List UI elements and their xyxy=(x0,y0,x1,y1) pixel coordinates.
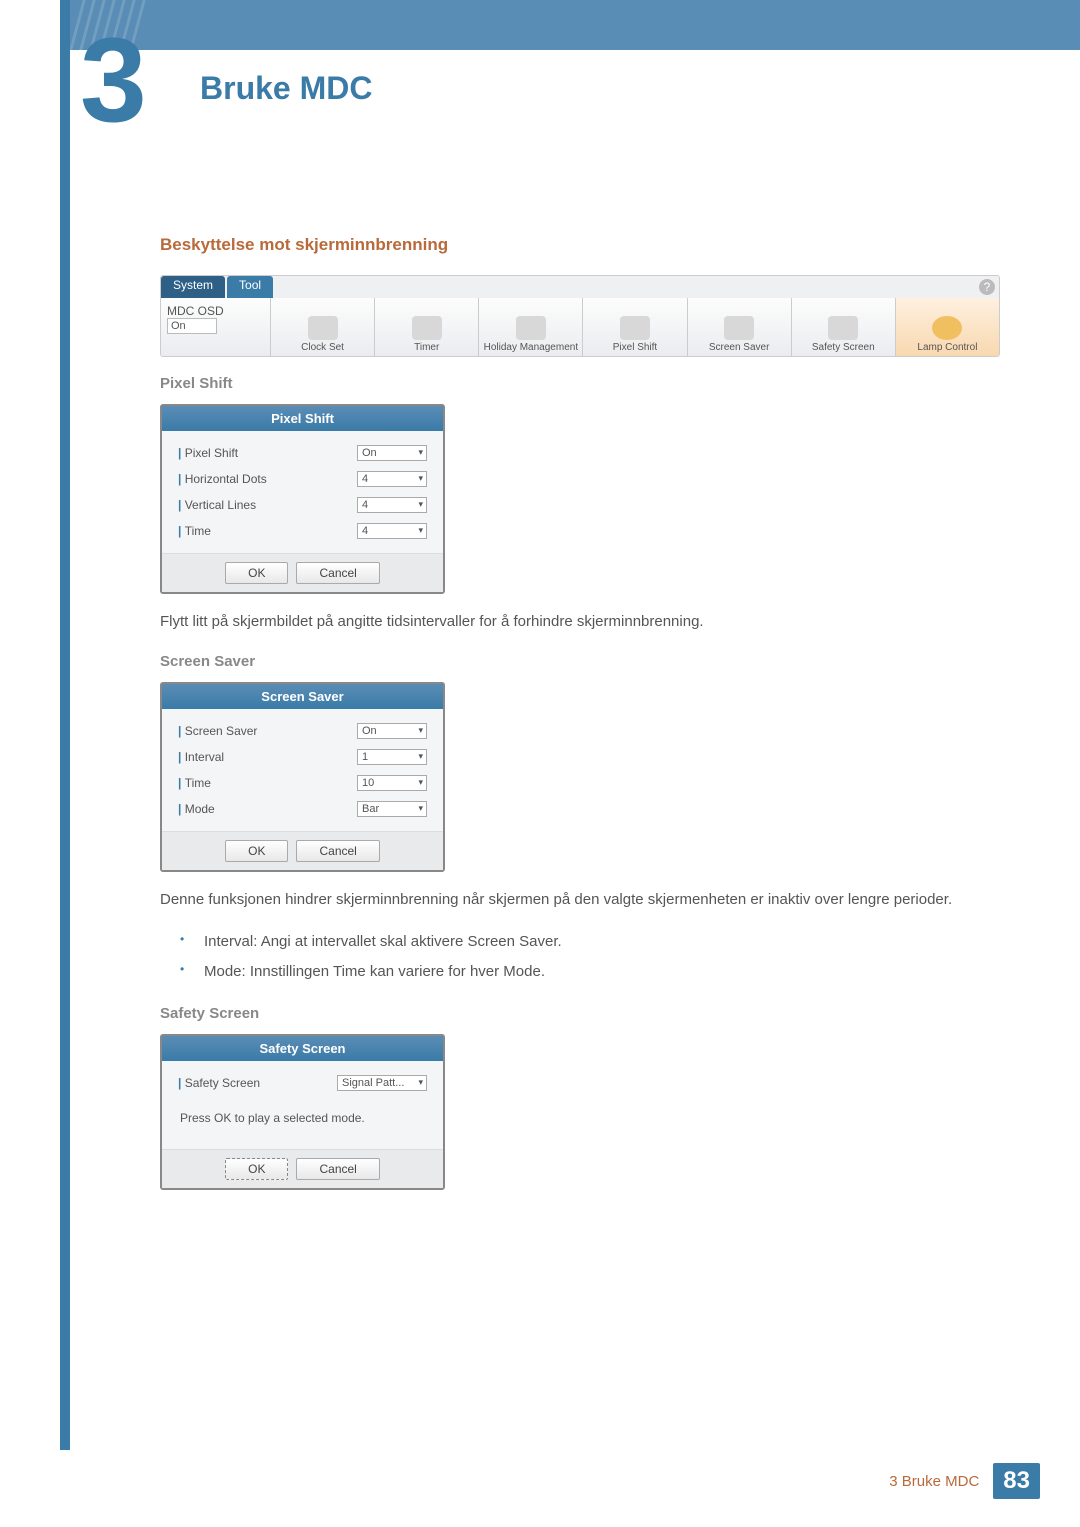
list-item: Interval: Angi at intervallet skal aktiv… xyxy=(180,927,1000,957)
safety-screen-heading: Safety Screen xyxy=(160,1005,1000,1022)
ribbon-item-clock-set[interactable]: Clock Set xyxy=(271,298,375,356)
row-label: Interval xyxy=(178,750,224,764)
screen-saver-bullets: Interval: Angi at intervallet skal aktiv… xyxy=(180,927,1000,987)
page-number: 83 xyxy=(993,1463,1040,1499)
hdots-dd[interactable]: 4 xyxy=(357,471,427,487)
row-label: Time xyxy=(178,776,211,790)
lamp-icon xyxy=(932,316,962,340)
cancel-button[interactable]: Cancel xyxy=(296,1158,379,1180)
help-icon[interactable]: ? xyxy=(979,279,995,295)
row-label: Horizontal Dots xyxy=(178,472,267,486)
row-label: Pixel Shift xyxy=(178,446,238,460)
screen-saver-dialog: Screen Saver Screen Saver On Interval 1 Ti… xyxy=(160,682,445,872)
pixel-shift-dialog-title: Pixel Shift xyxy=(162,406,443,431)
mdc-osd-label: MDC OSD xyxy=(167,304,224,318)
safety-screen-dialog-title: Safety Screen xyxy=(162,1036,443,1061)
row-label: Mode xyxy=(178,802,215,816)
ribbon-tab-system[interactable]: System xyxy=(161,276,225,298)
clock-icon xyxy=(308,316,338,340)
screen-saver-heading: Screen Saver xyxy=(160,653,1000,670)
ribbon-item-pixel-shift[interactable]: Pixel Shift xyxy=(583,298,687,356)
screen-saver-dialog-title: Screen Saver xyxy=(162,684,443,709)
ribbon-item-holiday[interactable]: Holiday Management xyxy=(479,298,583,356)
cancel-button[interactable]: Cancel xyxy=(296,840,379,862)
ok-button[interactable]: OK xyxy=(225,562,288,584)
safety-screen-msg: Press OK to play a selected mode. xyxy=(178,1101,427,1145)
pixel-shift-desc: Flytt litt på skjermbildet på angitte ti… xyxy=(160,608,1000,635)
safety-screen-icon xyxy=(828,316,858,340)
time-dd[interactable]: 4 xyxy=(357,523,427,539)
cancel-button[interactable]: Cancel xyxy=(296,562,379,584)
row-label: Vertical Lines xyxy=(178,498,256,512)
mdc-osd-dropdown[interactable]: On xyxy=(167,318,217,334)
safety-screen-dialog: Safety Screen Safety Screen Signal Patt..… xyxy=(160,1034,445,1190)
vlines-dd[interactable]: 4 xyxy=(357,497,427,513)
screensaver-dd[interactable]: On xyxy=(357,723,427,739)
pixel-shift-dialog: Pixel Shift Pixel Shift On Horizontal Dot… xyxy=(160,404,445,594)
section-heading: Beskyttelse mot skjerminnbrenning xyxy=(160,235,1000,255)
ok-button[interactable]: OK xyxy=(225,1158,288,1180)
ribbon-item-lamp-control[interactable]: Lamp Control xyxy=(896,298,999,356)
interval-dd[interactable]: 1 xyxy=(357,749,427,765)
pixel-shift-dd[interactable]: On xyxy=(357,445,427,461)
footer: 3 Bruke MDC 83 xyxy=(889,1463,1040,1499)
ribbon-item-safety-screen[interactable]: Safety Screen xyxy=(792,298,896,356)
safety-screen-dd[interactable]: Signal Patt... xyxy=(337,1075,427,1091)
chapter-number: 3 xyxy=(80,20,170,120)
ribbon-figure: System Tool ? MDC OSD On Clock Set Timer… xyxy=(160,275,1000,357)
screen-saver-desc: Denne funksjonen hindrer skjerminnbrenni… xyxy=(160,886,1000,913)
row-label: Safety Screen xyxy=(178,1076,260,1090)
ribbon-item-timer[interactable]: Timer xyxy=(375,298,479,356)
ribbon-item-screen-saver[interactable]: Screen Saver xyxy=(688,298,792,356)
screen-saver-icon xyxy=(724,316,754,340)
time-dd[interactable]: 10 xyxy=(357,775,427,791)
row-label: Time xyxy=(178,524,211,538)
timer-icon xyxy=(412,316,442,340)
row-label: Screen Saver xyxy=(178,724,257,738)
footer-text: 3 Bruke MDC xyxy=(889,1473,979,1490)
chapter-title: Bruke MDC xyxy=(200,70,372,107)
ribbon-tab-tool[interactable]: Tool xyxy=(227,276,273,298)
header-band xyxy=(70,0,1080,50)
mode-dd[interactable]: Bar xyxy=(357,801,427,817)
ribbon-left-panel: MDC OSD On xyxy=(161,298,271,356)
pixel-shift-icon xyxy=(620,316,650,340)
list-item: Mode: Innstillingen Time kan variere for… xyxy=(180,957,1000,987)
calendar-icon xyxy=(516,316,546,340)
pixel-shift-heading: Pixel Shift xyxy=(160,375,1000,392)
ok-button[interactable]: OK xyxy=(225,840,288,862)
side-accent-bar xyxy=(60,0,70,1450)
